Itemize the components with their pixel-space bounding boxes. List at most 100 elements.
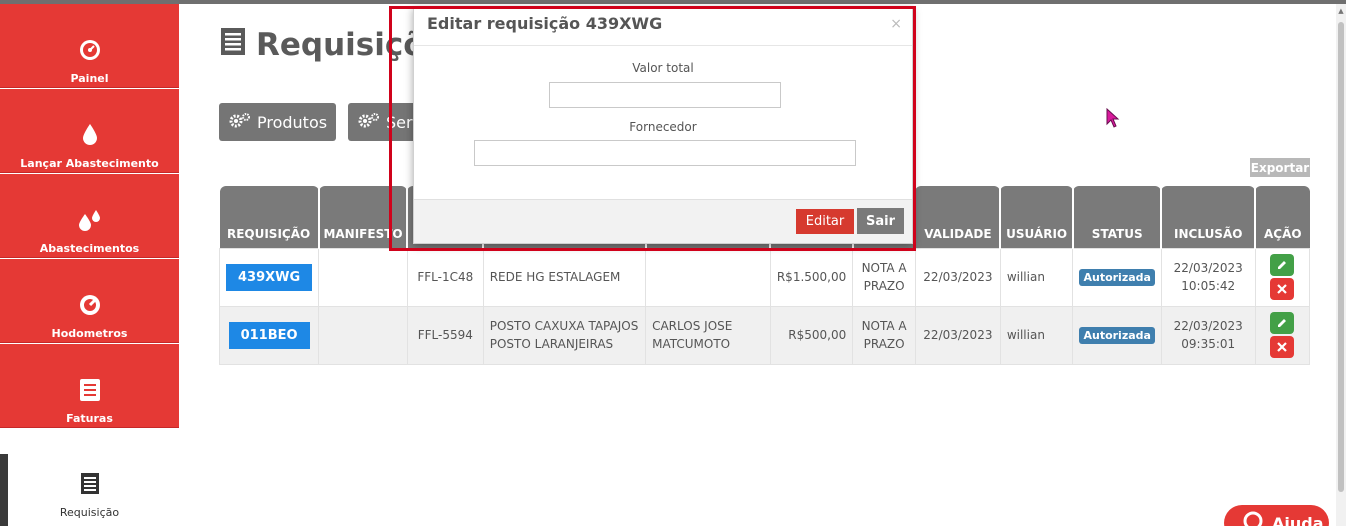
payment-cell: NOTA A PRAZO [852, 247, 916, 307]
sidebar-item-label: Abastecimentos [39, 242, 140, 255]
services-button[interactable]: Serv [348, 103, 422, 141]
page-scrollbar[interactable]: ▲ [1336, 4, 1346, 526]
delete-button[interactable] [1270, 336, 1295, 358]
edit-button[interactable] [1270, 254, 1295, 276]
pencil-icon [1278, 319, 1287, 327]
edit-requisition-modal: Editar requisição 439XWG × Valor total F… [413, 7, 913, 244]
action-cell [1254, 305, 1311, 365]
sidebar-item-lancar-abastecimento[interactable]: Lançar Abastecimento [0, 89, 179, 173]
top-border [0, 0, 1346, 4]
gears-icon [358, 112, 380, 132]
scroll-thumb[interactable] [1338, 22, 1344, 492]
column-header[interactable]: MANIFESTO [317, 186, 408, 248]
close-icon [1277, 284, 1288, 294]
inclusion-time: 10:05:42 [1181, 279, 1236, 293]
station-cell: POSTO CAXUXA TAPAJOS POSTO LARANJEIRAS [482, 305, 647, 365]
modal-close-button[interactable]: × [890, 16, 902, 32]
supplier-label: Fornecedor [629, 120, 697, 134]
table-row: 439XWG FFL-1C48 REDE HG ESTALAGEM R$1.50… [218, 247, 1311, 307]
requisition-code-tag[interactable]: 011BEO [228, 321, 310, 349]
odometer-icon [0, 293, 179, 319]
modal-header: Editar requisição 439XWG × [414, 8, 912, 46]
gauge-icon [0, 38, 179, 64]
payment-line: NOTA A [861, 319, 907, 333]
user-cell: willian [999, 305, 1074, 365]
column-header[interactable]: REQUISIÇÃO [219, 186, 319, 248]
sidebar-item-painel[interactable]: Painel [0, 4, 179, 88]
action-cell [1254, 247, 1311, 307]
payment-line: PRAZO [863, 337, 905, 351]
status-badge: Autorizada [1079, 268, 1155, 286]
help-button[interactable]: Ajuda [1224, 505, 1329, 526]
column-header[interactable]: STATUS [1071, 186, 1162, 248]
validity-cell: 22/03/2023 [914, 247, 1001, 307]
drops-icon [0, 208, 179, 234]
payment-line: NOTA A [861, 261, 907, 275]
payment-cell: NOTA A PRAZO [852, 305, 916, 365]
sidebar-item-faturas[interactable]: Faturas [0, 344, 179, 428]
drop-icon [0, 123, 179, 149]
scroll-up-icon[interactable]: ▲ [1337, 7, 1345, 15]
value-cell: R$500,00 [769, 305, 854, 365]
edit-submit-button[interactable]: Editar [796, 209, 854, 234]
total-value-input[interactable] [549, 82, 781, 108]
station-cell: REDE HG ESTALAGEM [482, 247, 647, 307]
manifest-cell [318, 247, 408, 307]
inclusion-date: 22/03/2023 [1173, 319, 1243, 333]
edit-button[interactable] [1270, 312, 1295, 334]
user-cell: willian [999, 247, 1074, 307]
sidebar-item-label: Hodometros [51, 327, 128, 340]
sidebar-item-requisicao[interactable]: Requisição [0, 429, 179, 526]
chat-icon [1242, 510, 1264, 526]
status-badge: Autorizada [1079, 326, 1155, 344]
plate-cell: FFL-5594 [406, 305, 484, 365]
delete-button[interactable] [1270, 278, 1295, 300]
requisition-cell: 439XWG [218, 247, 320, 307]
sidebar-shadow [0, 454, 8, 526]
value-cell: R$1.500,00 [769, 247, 854, 307]
status-cell: Autorizada [1072, 247, 1162, 307]
sidebar-item-label: Requisição [59, 506, 120, 519]
plate-cell: FFL-1C48 [406, 247, 484, 307]
page-title-text: Requisiçõ [256, 27, 425, 63]
page-title: Requisiçõ [220, 26, 425, 64]
close-icon [1277, 342, 1288, 352]
exit-button[interactable]: Sair [857, 208, 904, 234]
total-value-label: Valor total [632, 61, 694, 75]
document-icon [0, 471, 179, 497]
mouse-cursor-icon [1106, 107, 1120, 132]
sidebar-item-label: Lançar Abastecimento [20, 157, 159, 170]
driver-line: MATCUMOTO [652, 337, 731, 351]
column-header[interactable]: USUÁRIO [999, 186, 1073, 248]
supplier-input[interactable] [474, 140, 856, 166]
station-line: POSTO LARANJEIRAS [489, 337, 614, 351]
inclusion-date: 22/03/2023 [1173, 261, 1243, 275]
requisition-cell: 011BEO [218, 305, 320, 365]
modal-title: Editar requisição 439XWG [427, 14, 663, 33]
station-line: REDE HG ESTALAGEM [489, 270, 621, 284]
driver-cell: CARLOS JOSE MATCUMOTO [645, 305, 771, 365]
station-line: POSTO CAXUXA TAPAJOS [489, 319, 639, 333]
manifest-cell [318, 305, 408, 365]
document-icon [220, 26, 246, 64]
requisition-code-tag[interactable]: 439XWG [226, 263, 313, 291]
column-header[interactable]: INCLUSÃO [1160, 186, 1256, 248]
invoice-icon [0, 378, 179, 404]
driver-cell [645, 247, 771, 307]
help-label: Ajuda [1272, 513, 1324, 526]
pencil-icon [1278, 261, 1287, 269]
status-cell: Autorizada [1072, 305, 1162, 365]
sidebar: Painel Lançar Abastecimento Abasteciment… [0, 4, 179, 526]
payment-line: PRAZO [863, 279, 905, 293]
column-header[interactable]: VALIDADE [914, 186, 1001, 248]
export-button[interactable]: Exportar [1250, 158, 1310, 177]
products-button[interactable]: Produtos [219, 103, 336, 141]
sidebar-item-label: Painel [70, 72, 109, 85]
table-row: 011BEO FFL-5594 POSTO CAXUXA TAPAJOS POS… [218, 305, 1311, 365]
sidebar-item-abastecimentos[interactable]: Abastecimentos [0, 174, 179, 258]
sidebar-item-hodometros[interactable]: Hodometros [0, 259, 179, 343]
driver-line: CARLOS JOSE [652, 319, 733, 333]
inclusion-cell: 22/03/2023 09:35:01 [1160, 305, 1256, 365]
inclusion-time: 09:35:01 [1181, 337, 1236, 351]
gears-icon [229, 112, 251, 132]
